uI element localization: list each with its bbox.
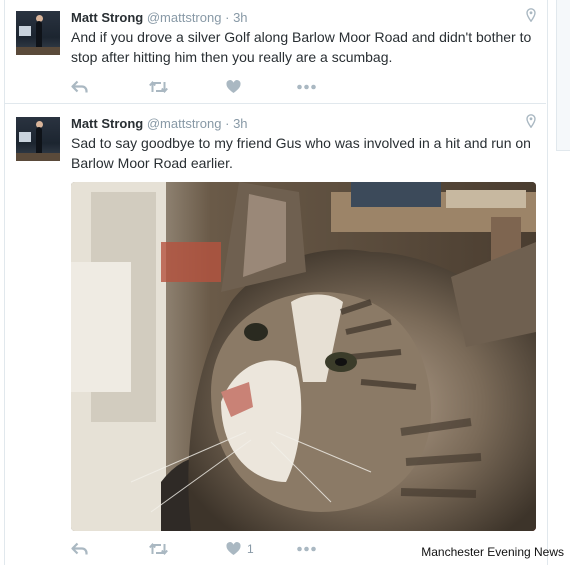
avatar[interactable] xyxy=(16,117,60,161)
retweet-icon xyxy=(149,81,168,93)
tweet[interactable]: Matt Strong @mattstrong · 3h Sad to say … xyxy=(5,105,546,565)
tweet-actions: 1 xyxy=(71,541,321,557)
tweet-actions xyxy=(71,79,321,95)
more-dots-icon xyxy=(297,84,316,90)
timestamp[interactable]: 3h xyxy=(233,10,247,25)
tweet-header: Matt Strong @mattstrong · 3h xyxy=(71,10,248,25)
retweet-button[interactable] xyxy=(149,79,168,95)
more-button[interactable] xyxy=(297,541,316,557)
location-pin-icon[interactable] xyxy=(526,8,536,22)
tweet-photo[interactable] xyxy=(71,182,536,531)
location-pin-icon[interactable] xyxy=(526,114,536,128)
retweet-icon xyxy=(149,543,168,555)
reply-icon xyxy=(71,542,88,555)
author-handle[interactable]: @mattstrong xyxy=(147,10,222,25)
tweet-text: Sad to say goodbye to my friend Gus who … xyxy=(71,135,531,171)
separator: · xyxy=(225,10,230,25)
side-column-edge xyxy=(556,0,570,151)
heart-icon xyxy=(226,542,241,555)
more-dots-icon xyxy=(297,546,316,552)
author-name[interactable]: Matt Strong xyxy=(71,116,143,131)
like-button[interactable]: 1 xyxy=(226,541,254,557)
reply-button[interactable] xyxy=(71,541,88,557)
tweet-text: And if you drove a silver Golf along Bar… xyxy=(71,29,532,65)
avatar[interactable] xyxy=(16,11,60,55)
tweet-header: Matt Strong @mattstrong · 3h xyxy=(71,116,248,131)
separator: · xyxy=(225,116,230,131)
timestamp[interactable]: 3h xyxy=(233,116,247,131)
like-button[interactable] xyxy=(226,79,247,95)
reply-button[interactable] xyxy=(71,79,88,95)
author-handle[interactable]: @mattstrong xyxy=(147,116,222,131)
retweet-button[interactable] xyxy=(149,541,168,557)
author-name[interactable]: Matt Strong xyxy=(71,10,143,25)
more-button[interactable] xyxy=(297,79,316,95)
heart-icon xyxy=(226,80,241,93)
photo-credit: Manchester Evening News xyxy=(421,545,564,559)
cat-photo xyxy=(71,182,536,531)
like-count: 1 xyxy=(247,542,254,556)
tweet[interactable]: Matt Strong @mattstrong · 3h And if you … xyxy=(5,0,546,104)
reply-icon xyxy=(71,80,88,93)
